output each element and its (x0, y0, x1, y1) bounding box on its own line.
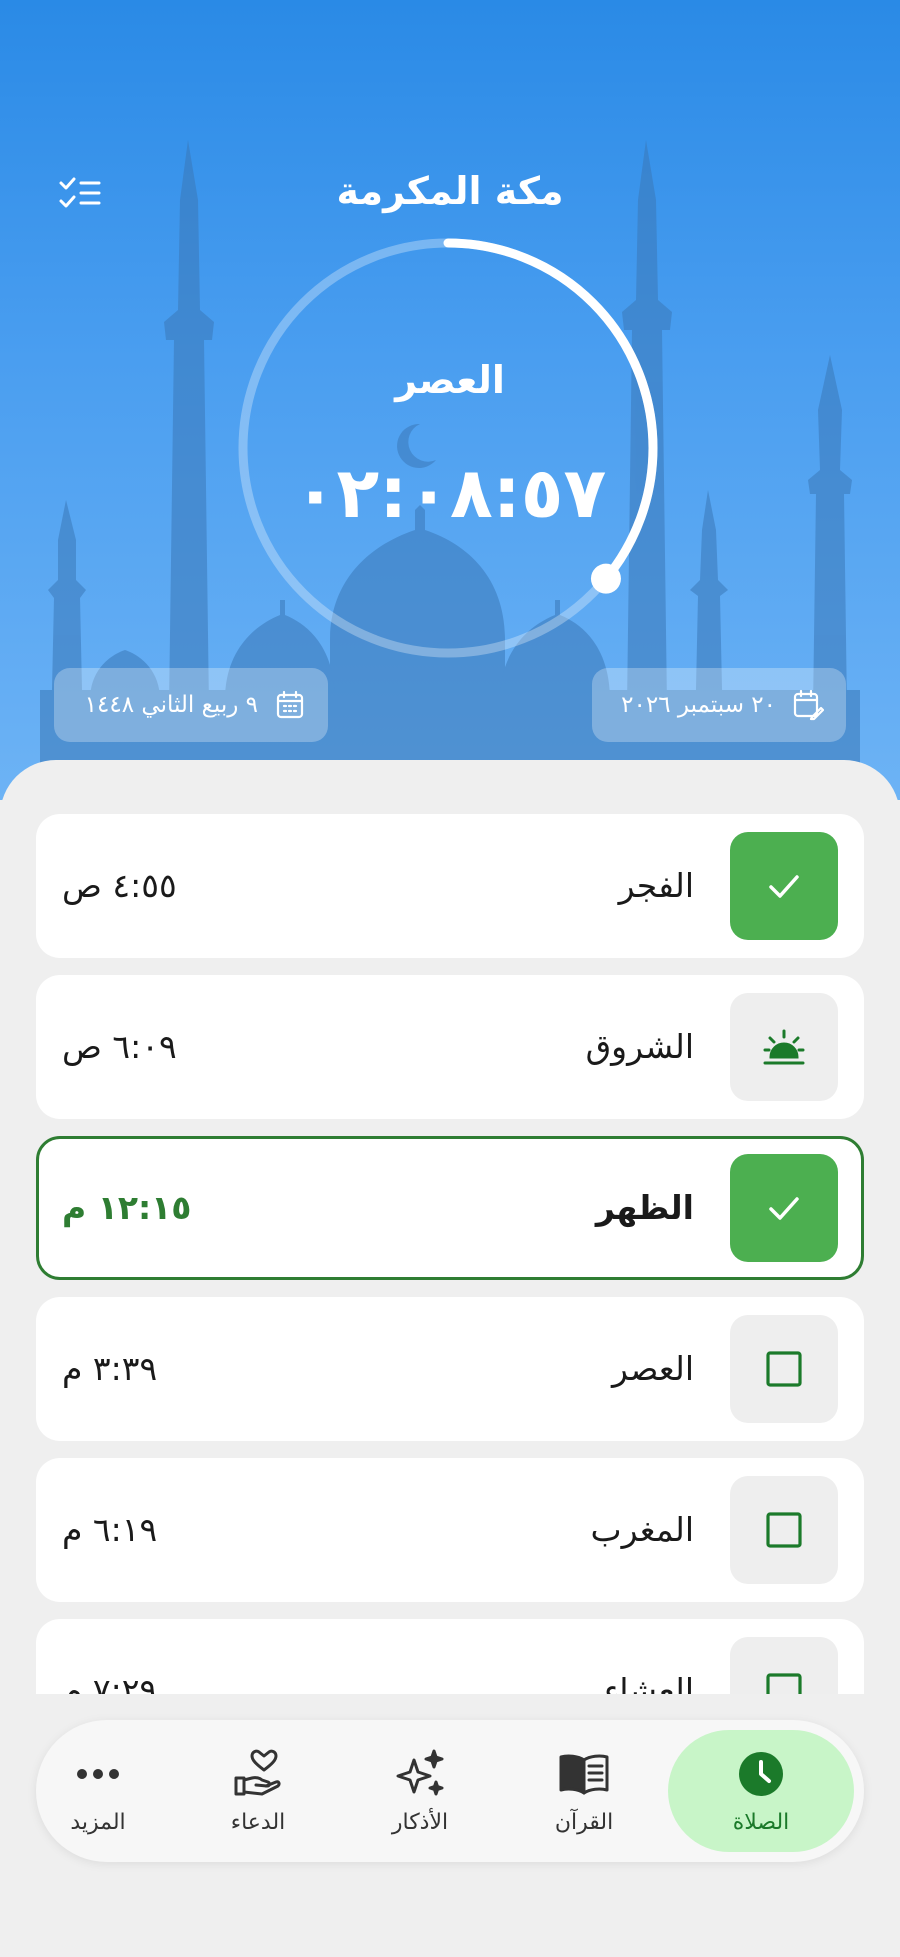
checklist-button[interactable] (52, 168, 108, 218)
clock-icon (735, 1748, 787, 1800)
prayer-time: ٦:٠٩ ص (62, 1027, 177, 1066)
prayer-time: ١٢:١٥ م (62, 1188, 192, 1227)
prayer-row-maghrib[interactable]: المغرب ٦:١٩ م (36, 1458, 864, 1602)
prayer-row-fajr[interactable]: الفجر ٤:٥٥ ص (36, 814, 864, 958)
countdown-timer: ٠٢:٠٨:٥٧ (293, 452, 607, 534)
checkbox-icon (766, 1512, 802, 1548)
check-icon (769, 1197, 799, 1220)
nav-label: المزيد (70, 1809, 126, 1835)
gregorian-date-chip[interactable]: ٢٠ سبتمبر ٢٠٢٦ (592, 668, 846, 742)
book-icon (558, 1748, 610, 1800)
prayer-name: الشروق (585, 1027, 694, 1066)
prayer-row-dhuhr[interactable]: الظهر ١٢:١٥ م (36, 1136, 864, 1280)
calendar-icon (274, 689, 306, 721)
prayer-time: ٦:١٩ م (62, 1510, 158, 1549)
nav-label: الصلاة (732, 1809, 790, 1835)
prayer-header: مكة المكرمة العصر ٠٢:٠٨:٥٧ ٢٠ سبتمبر ٢٠٢… (0, 0, 900, 800)
prayer-name: الظهر (595, 1188, 694, 1227)
prayer-name: العصر (612, 1349, 694, 1388)
prayer-row-sunrise[interactable]: الشروق ٦:٠٩ ص (36, 975, 864, 1119)
prayer-row-asr[interactable]: العصر ٣:٣٩ م (36, 1297, 864, 1441)
prayer-checkbox-fajr[interactable] (730, 832, 838, 940)
hijri-date-chip[interactable]: ٩ ربيع الثاني ١٤٤٨ (54, 668, 328, 742)
nav-item-prayer[interactable]: الصلاة (668, 1730, 854, 1852)
nav-item-more[interactable]: المزيد (5, 1730, 191, 1852)
check-icon (769, 875, 799, 898)
countdown-knob (590, 563, 621, 594)
checkbox-icon (766, 1673, 802, 1694)
prayer-time: ٧:٢٩ م (62, 1671, 158, 1694)
city-title: مكة المكرمة (336, 169, 564, 213)
nav-label: الأذكار (391, 1809, 449, 1835)
checkbox-icon (766, 1351, 802, 1387)
gregorian-date: ٢٠ سبتمبر ٢٠٢٦ (621, 692, 776, 718)
prayer-name: العشاء (603, 1671, 694, 1694)
prayer-list[interactable]: الفجر ٤:٥٥ ص الشروق ٦:٠٩ ص الظهر ١٢:١٥ م… (0, 812, 900, 1694)
nav-item-quran[interactable]: القرآن (491, 1730, 677, 1852)
checklist-icon (59, 177, 101, 208)
nav-label: الدعاء (230, 1809, 286, 1835)
prayer-checkbox-isha[interactable] (730, 1637, 838, 1694)
prayer-row-isha[interactable]: العشاء ٧:٢٩ م (36, 1619, 864, 1694)
more-icon (72, 1748, 124, 1800)
prayer-checkbox-asr[interactable] (730, 1315, 838, 1423)
prayer-time: ٣:٣٩ م (62, 1349, 158, 1388)
next-prayer-name: العصر (395, 358, 505, 402)
nav-label: القرآن (554, 1809, 614, 1835)
sunrise-badge (730, 993, 838, 1101)
hijri-date: ٩ ربيع الثاني ١٤٤٨ (84, 692, 258, 718)
prayer-time: ٤:٥٥ ص (62, 866, 177, 905)
prayer-name: الفجر (618, 866, 694, 905)
bottom-navigation: الصلاة القرآن الأذكار الدعاء المزيد (36, 1720, 864, 1862)
calendar-edit-icon (792, 689, 824, 721)
sunrise-icon (763, 1029, 805, 1065)
prayer-checkbox-maghrib[interactable] (730, 1476, 838, 1584)
nav-item-adhkar[interactable]: الأذكار (327, 1730, 513, 1852)
sparkle-icon (394, 1748, 446, 1800)
heart-hand-icon (232, 1748, 284, 1800)
prayer-name: المغرب (590, 1510, 695, 1549)
nav-item-dua[interactable]: الدعاء (165, 1730, 351, 1852)
prayer-checkbox-dhuhr[interactable] (730, 1154, 838, 1262)
